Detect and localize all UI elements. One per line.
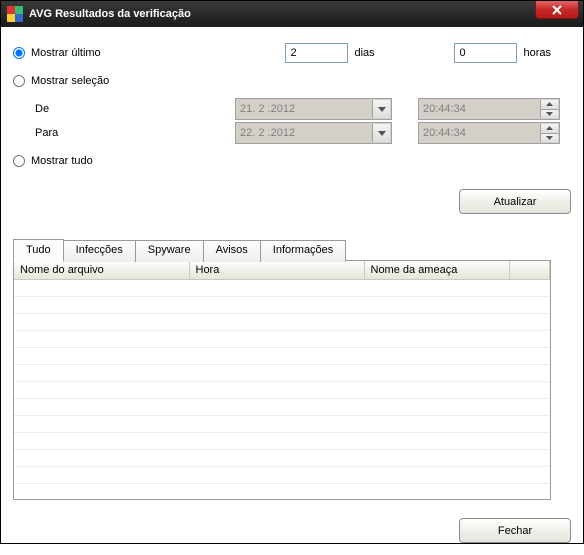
to-date-value: 22. 2 .2012 — [240, 127, 295, 139]
show-last-row: Mostrar último dias horas — [13, 43, 571, 63]
days-input[interactable] — [285, 43, 348, 63]
from-label: De — [35, 103, 235, 115]
tab-spyware[interactable]: Spyware — [135, 240, 204, 262]
results-tabs: Tudo Infecções Spyware Avisos Informaçõe… — [13, 238, 571, 500]
tab-warnings[interactable]: Avisos — [203, 240, 261, 262]
show-selection-row: Mostrar seleção — [13, 71, 571, 91]
spin-down[interactable] — [540, 134, 558, 143]
col-empty[interactable] — [509, 261, 550, 280]
tab-strip: Tudo Infecções Spyware Avisos Informaçõe… — [13, 238, 571, 260]
from-time-spinner[interactable] — [540, 100, 558, 118]
table-row[interactable] — [14, 365, 550, 382]
from-time-picker[interactable]: 20:44:34 — [418, 98, 560, 120]
days-unit: dias — [354, 47, 434, 59]
from-time-value: 20:44:34 — [423, 103, 466, 115]
from-date-value: 21. 2 .2012 — [240, 103, 295, 115]
to-time-picker[interactable]: 20:44:34 — [418, 122, 560, 144]
spin-down[interactable] — [540, 110, 558, 119]
from-date-dropdown[interactable] — [372, 100, 390, 118]
table-row[interactable] — [14, 399, 550, 416]
show-selection-radio[interactable] — [13, 75, 25, 87]
to-row: Para 22. 2 .2012 20:44:34 — [13, 123, 571, 143]
show-all-row: Mostrar tudo — [13, 151, 571, 171]
to-date-picker[interactable]: 22. 2 .2012 — [235, 122, 392, 144]
table-header-row: Nome do arquivo Hora Nome da ameaça — [14, 261, 550, 280]
to-time-value: 20:44:34 — [423, 127, 466, 139]
close-button[interactable]: Fechar — [459, 518, 571, 543]
table-row[interactable] — [14, 331, 550, 348]
results-table: Nome do arquivo Hora Nome da ameaça — [14, 261, 550, 484]
tab-info[interactable]: Informações — [260, 240, 347, 262]
show-selection-radio-label[interactable]: Mostrar seleção — [13, 75, 109, 87]
from-date-picker[interactable]: 21. 2 .2012 — [235, 98, 392, 120]
to-time-spinner[interactable] — [540, 124, 558, 142]
tab-infections[interactable]: Infecções — [63, 240, 136, 262]
col-threat[interactable]: Nome da ameaça — [364, 261, 509, 280]
show-last-radio-label[interactable]: Mostrar último — [13, 47, 101, 59]
hours-input[interactable] — [454, 43, 517, 63]
update-button[interactable]: Atualizar — [459, 189, 571, 214]
show-all-text: Mostrar tudo — [31, 155, 93, 167]
chevron-down-icon — [546, 136, 553, 140]
table-row[interactable] — [14, 314, 550, 331]
app-icon — [7, 6, 23, 22]
col-filename[interactable]: Nome do arquivo — [14, 261, 189, 280]
chevron-up-icon — [546, 126, 553, 130]
dialog-content: Mostrar último dias horas Mostrar seleçã… — [1, 27, 583, 555]
table-row[interactable] — [14, 348, 550, 365]
table-row[interactable] — [14, 450, 550, 467]
show-last-text: Mostrar último — [31, 47, 101, 59]
from-row: De 21. 2 .2012 20:44:34 — [13, 99, 571, 119]
window-title: AVG Resultados da verificação — [29, 8, 191, 20]
show-all-radio[interactable] — [13, 155, 25, 167]
show-last-radio[interactable] — [13, 47, 25, 59]
table-row[interactable] — [14, 297, 550, 314]
col-time[interactable]: Hora — [189, 261, 364, 280]
window-close-button[interactable] — [535, 1, 579, 19]
chevron-down-icon — [546, 112, 553, 116]
spin-up[interactable] — [540, 100, 558, 110]
table-body — [14, 280, 550, 484]
spin-up[interactable] — [540, 124, 558, 134]
hours-unit: horas — [523, 47, 551, 59]
table-row[interactable] — [14, 467, 550, 484]
chevron-down-icon — [378, 131, 386, 136]
results-table-container: Nome do arquivo Hora Nome da ameaça — [13, 260, 551, 500]
to-label: Para — [35, 127, 235, 139]
close-icon — [551, 5, 563, 15]
chevron-up-icon — [546, 102, 553, 106]
show-all-radio-label[interactable]: Mostrar tudo — [13, 155, 93, 167]
table-row[interactable] — [14, 382, 550, 399]
table-row[interactable] — [14, 280, 550, 297]
show-selection-text: Mostrar seleção — [31, 75, 109, 87]
tab-all[interactable]: Tudo — [13, 239, 64, 261]
table-row[interactable] — [14, 416, 550, 433]
table-row[interactable] — [14, 433, 550, 450]
to-date-dropdown[interactable] — [372, 124, 390, 142]
titlebar: AVG Resultados da verificação — [1, 1, 583, 27]
chevron-down-icon — [378, 107, 386, 112]
